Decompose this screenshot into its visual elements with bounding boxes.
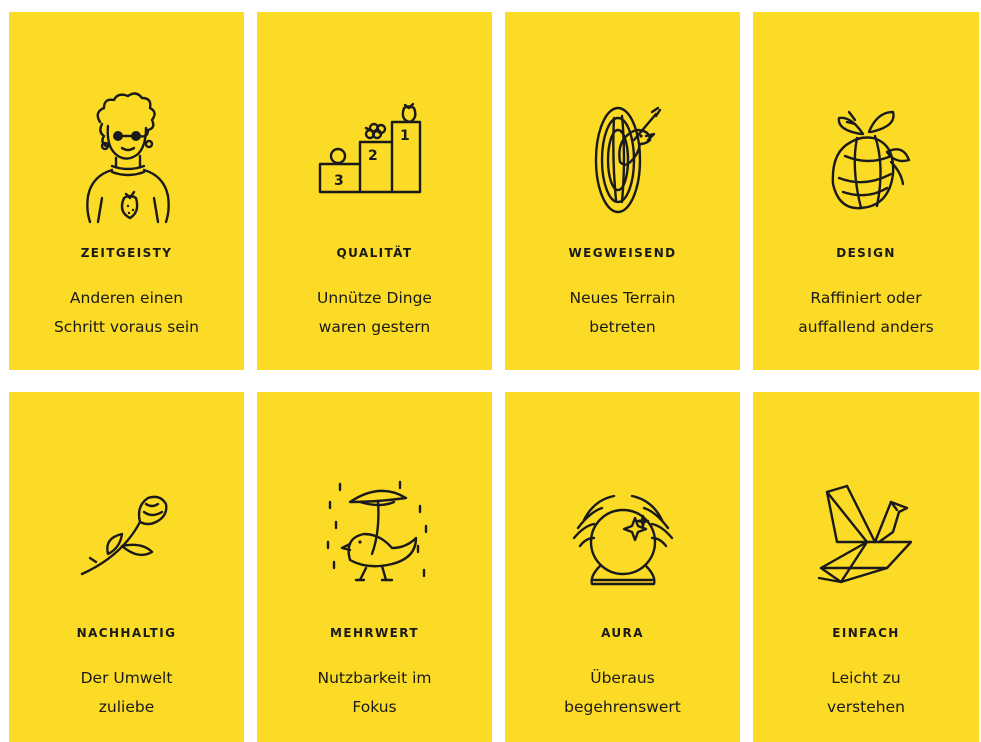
origami-bird-icon <box>791 462 941 612</box>
podium-number-3: 3 <box>334 173 344 189</box>
crystal-ball-with-hands-icon <box>548 462 698 612</box>
feature-card-qualitaet: 1 2 3 QUALITÄT Unnütze Dinge waren geste… <box>257 12 492 370</box>
description-line-2: verstehen <box>827 698 905 716</box>
podium-number-1: 1 <box>400 128 410 144</box>
description-line-1: Nutzbarkeit im <box>317 669 432 687</box>
description-line-2: Fokus <box>352 698 397 716</box>
bird-on-target-icon <box>548 82 698 232</box>
description-line-1: Anderen einen <box>69 289 184 307</box>
feature-description: Überaus begehrenswert <box>505 664 740 722</box>
description-line-1: Unnütze Dinge <box>317 289 432 307</box>
feature-card-design: DESIGN Raffiniert oder auffallend anders <box>753 12 979 370</box>
description-line-1: Raffiniert oder <box>810 289 922 307</box>
feature-card-nachhaltig: NACHHALTIG Der Umwelt zuliebe <box>9 392 244 742</box>
podium-number-2: 2 <box>368 148 378 164</box>
feature-card-zeitgeisty: ZEITGEISTY Anderen einen Schritt voraus … <box>9 12 244 370</box>
gift-egg-with-bow-icon <box>791 82 941 232</box>
feature-grid: ZEITGEISTY Anderen einen Schritt voraus … <box>9 12 979 742</box>
feature-title: QUALITÄT <box>336 246 413 260</box>
feature-title: MEHRWERT <box>330 626 419 640</box>
feature-title: DESIGN <box>836 246 896 260</box>
description-line-2: begehrenswert <box>564 698 681 716</box>
description-line-1: Leicht zu <box>831 669 901 687</box>
feature-description: Leicht zu verstehen <box>753 664 979 722</box>
description-line-2: zuliebe <box>98 698 155 716</box>
podium-with-fruits-icon: 1 2 3 <box>300 82 450 232</box>
rose-icon <box>52 462 202 612</box>
description-line-1: Überaus <box>590 669 655 687</box>
feature-title: WEGWEISEND <box>568 246 677 260</box>
description-line-2: Schritt voraus sein <box>53 318 200 336</box>
description-line-2: auffallend anders <box>798 318 934 336</box>
feature-card-einfach: EINFACH Leicht zu verstehen <box>753 392 979 742</box>
feature-description: Der Umwelt zuliebe <box>9 664 244 722</box>
description-line-1: Der Umwelt <box>80 669 173 687</box>
feature-description: Raffiniert oder auffallend anders <box>753 284 979 342</box>
feature-card-aura: AURA Überaus begehrenswert <box>505 392 740 742</box>
feature-card-wegweisend: WEGWEISEND Neues Terrain betreten <box>505 12 740 370</box>
feature-description: Anderen einen Schritt voraus sein <box>9 284 244 342</box>
feature-title: ZEITGEISTY <box>80 246 173 260</box>
feature-card-mehrwert: MEHRWERT Nutzbarkeit im Fokus <box>257 392 492 742</box>
feature-description: Unnütze Dinge waren gestern <box>257 284 492 342</box>
feature-title: NACHHALTIG <box>76 626 177 640</box>
description-line-2: waren gestern <box>318 318 431 336</box>
bird-under-leaf-umbrella-icon <box>300 462 450 612</box>
feature-description: Neues Terrain betreten <box>505 284 740 342</box>
feature-description: Nutzbarkeit im Fokus <box>257 664 492 722</box>
woman-with-strawberry-icon <box>52 82 202 232</box>
description-line-1: Neues Terrain <box>569 289 676 307</box>
feature-title: EINFACH <box>832 626 900 640</box>
feature-title: AURA <box>601 626 644 640</box>
description-line-2: betreten <box>589 318 656 336</box>
